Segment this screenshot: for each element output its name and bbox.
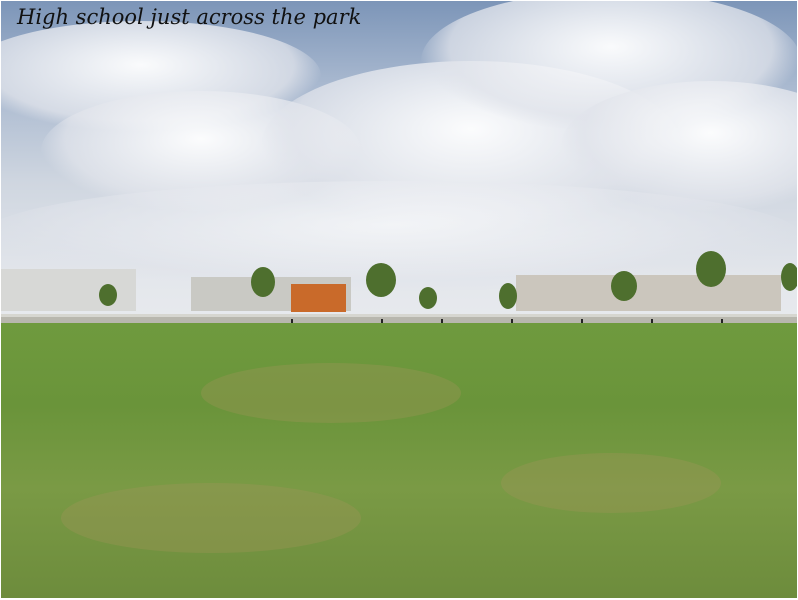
- tree: [499, 283, 517, 309]
- tree: [611, 271, 637, 301]
- photo-caption: High school just across the park: [17, 5, 362, 29]
- tree: [781, 263, 797, 291]
- park-photo: High school just across the park: [1, 1, 797, 598]
- school-building: [516, 275, 781, 311]
- truck: [291, 284, 346, 312]
- dry-grass-patch: [501, 453, 721, 513]
- tree: [366, 263, 396, 297]
- dry-grass-patch: [61, 483, 361, 553]
- grass-field: [1, 323, 797, 598]
- tree: [99, 284, 117, 306]
- tree: [419, 287, 437, 309]
- tree: [251, 267, 275, 297]
- dry-grass-patch: [201, 363, 461, 423]
- tree: [696, 251, 726, 287]
